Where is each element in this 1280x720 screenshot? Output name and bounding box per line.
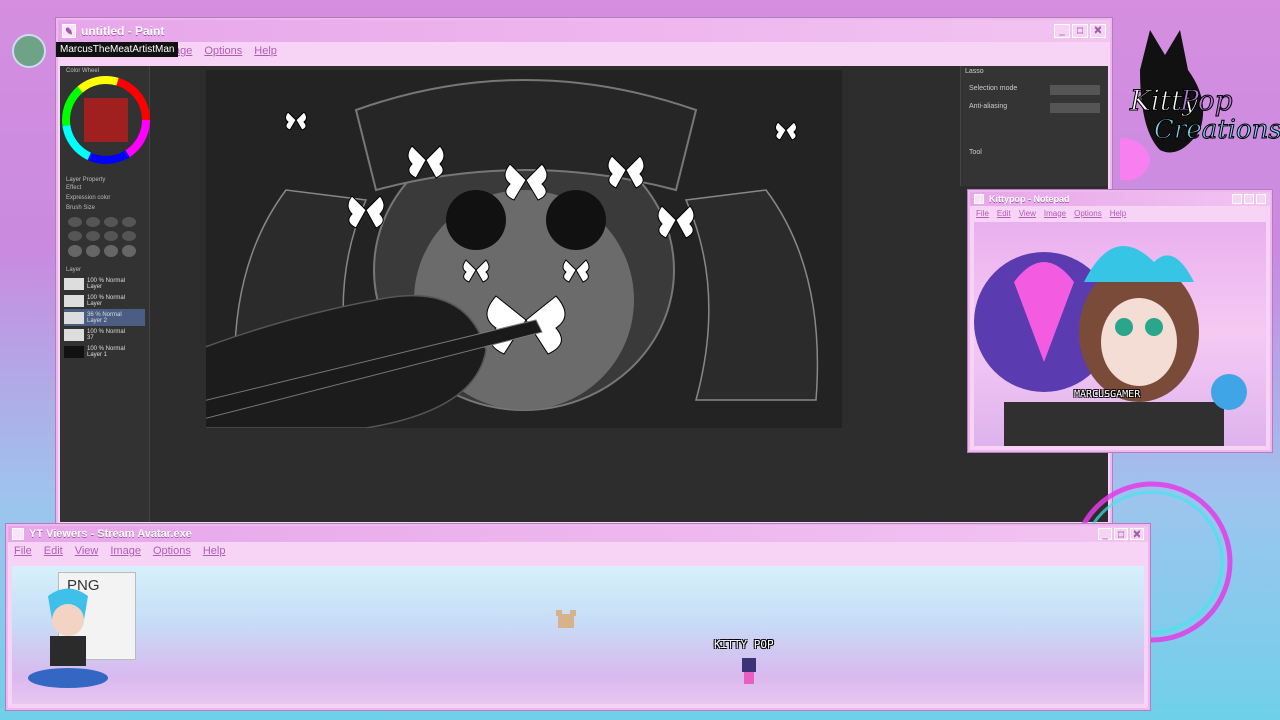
layer-row[interactable]: 100 % Normal Layer: [64, 275, 145, 292]
yt-viewers-window: YT Viewers - Stream Avatar.exe _ □ ✕ Fil…: [6, 524, 1150, 710]
yt-titlebar[interactable]: YT Viewers - Stream Avatar.exe _ □ ✕: [8, 526, 1148, 542]
clip-studio-workspace: Color Wheel Layer Property Effect Expres…: [60, 66, 1108, 522]
layer-panel-label: Layer: [66, 267, 82, 273]
layer-row[interactable]: 100 % Normal 37: [64, 326, 145, 343]
avatar-stage: PNG KITTY POP: [12, 566, 1144, 704]
menu-options[interactable]: Options: [1074, 209, 1102, 218]
svg-text:Creations: Creations: [1154, 115, 1280, 145]
menu-image[interactable]: Image: [110, 545, 141, 557]
streamer-avatar-sprite: [28, 588, 108, 688]
selection-mode-row[interactable]: Selection mode: [961, 77, 1108, 97]
vtuber-cat-illustration: [974, 246, 1247, 446]
menu-file[interactable]: File: [976, 209, 989, 218]
notepad-title: Kittypop - Notepad: [989, 194, 1070, 204]
notepad-titlebar[interactable]: Kittypop - Notepad: [970, 192, 1270, 206]
kittypop-logo: Kitty Pop Creations: [1090, 10, 1280, 182]
menu-edit[interactable]: Edit: [44, 545, 63, 557]
notepad-app-icon: [974, 194, 984, 204]
minimize-icon[interactable]: [1232, 194, 1242, 204]
kitty-pop-viewer-sprite: [742, 658, 756, 684]
menu-view[interactable]: View: [1019, 209, 1036, 218]
expression-color-label: Expression color: [66, 195, 111, 201]
layer-row[interactable]: 36 % Normal Layer 2: [64, 309, 145, 326]
notepad-window: Kittypop - Notepad File Edit View Image …: [968, 190, 1272, 452]
right-tool-panel: Lasso Selection mode Anti-aliasing Tool: [960, 66, 1108, 186]
maximize-icon[interactable]: □: [1114, 528, 1128, 540]
menu-image[interactable]: Image: [1044, 209, 1066, 218]
menu-view[interactable]: View: [75, 545, 99, 557]
menu-help[interactable]: Help: [1110, 209, 1126, 218]
layer-row[interactable]: 100 % Normal Layer: [64, 292, 145, 309]
artwork-illustration: [206, 79, 819, 428]
paint-app-icon: ✎: [62, 24, 76, 38]
menu-edit[interactable]: Edit: [997, 209, 1011, 218]
streamer-avatar: [12, 34, 46, 68]
paint-titlebar[interactable]: ✎ untitled - Paint _ □ ✕: [58, 20, 1110, 42]
close-icon[interactable]: [1256, 194, 1266, 204]
lasso-label: Lasso: [965, 68, 984, 75]
vtuber-panel: MARCUSGAMER: [974, 222, 1266, 446]
paint-window: ✎ untitled - Paint _ □ ✕ age Options Hel…: [56, 18, 1112, 526]
paint-title: untitled - Paint: [81, 24, 165, 38]
drawing-canvas[interactable]: [206, 70, 842, 428]
layer-row[interactable]: 100 % Normal Layer 1: [64, 343, 145, 360]
color-wheel-label: Color Wheel: [66, 68, 100, 74]
menu-help[interactable]: Help: [203, 545, 226, 557]
color-wheel-icon[interactable]: [60, 76, 150, 166]
minimize-icon[interactable]: _: [1054, 24, 1070, 38]
cat-viewer-sprite: [556, 610, 576, 628]
brush-size-grid[interactable]: [60, 213, 149, 261]
close-icon[interactable]: ✕: [1130, 528, 1144, 540]
anti-aliasing-row[interactable]: Anti-aliasing: [961, 97, 1108, 119]
close-icon[interactable]: ✕: [1090, 24, 1106, 38]
effect-label: Effect: [66, 185, 82, 191]
maximize-icon[interactable]: □: [1072, 24, 1088, 38]
black-cat-logo-icon: Kitty Pop Creations: [1090, 30, 1280, 182]
minimize-icon[interactable]: _: [1098, 528, 1112, 540]
username-tag: MarcusTheMeatArtistMan: [56, 42, 179, 57]
maximize-icon[interactable]: [1244, 194, 1254, 204]
left-tool-panel: Color Wheel Layer Property Effect Expres…: [60, 66, 150, 522]
menu-help[interactable]: Help: [254, 45, 277, 57]
menu-options[interactable]: Options: [153, 545, 191, 557]
layer-list: 100 % Normal Layer 100 % Normal Layer 36 %…: [60, 275, 149, 360]
gamer-tag: MARCUSGAMER: [1074, 389, 1141, 400]
yt-title: YT Viewers - Stream Avatar.exe: [29, 528, 192, 540]
viewer-name-label: KITTY POP: [714, 638, 774, 651]
brush-size-label: Brush Size: [66, 205, 96, 211]
layer-property-label: Layer Property: [66, 177, 106, 183]
tool-label: Tool: [969, 149, 982, 156]
menu-file[interactable]: File: [14, 545, 32, 557]
yt-app-icon: [12, 528, 24, 540]
menu-options[interactable]: Options: [204, 45, 242, 57]
svg-text:Pop: Pop: [1179, 84, 1233, 117]
